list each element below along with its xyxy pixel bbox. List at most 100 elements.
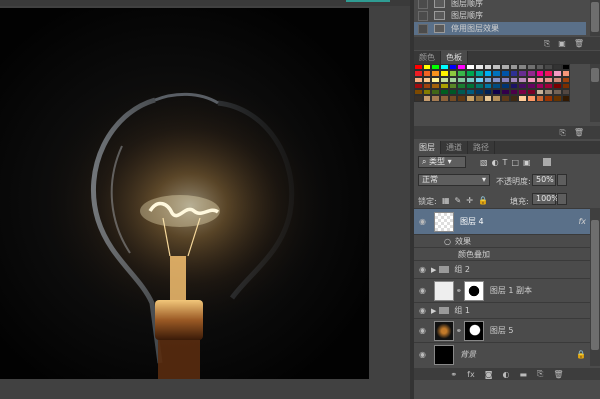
- fill-dropdown[interactable]: [557, 193, 567, 205]
- swatch[interactable]: [440, 95, 449, 102]
- eye-icon[interactable]: ◉: [414, 306, 431, 315]
- scrollbar-thumb[interactable]: [591, 2, 599, 32]
- document-top-edge: [0, 0, 410, 6]
- shape-filter-icon[interactable]: □: [511, 158, 519, 167]
- group-row[interactable]: ◉ ▶ 组 1: [414, 302, 590, 318]
- smart-object-filter-icon[interactable]: ▣: [523, 158, 531, 167]
- tab-paths[interactable]: 路径: [468, 141, 495, 154]
- swatch[interactable]: [509, 95, 519, 102]
- layer-filter-row: ⌕ 类型 ▾ ▧ ◐ T □ ▣: [418, 156, 551, 168]
- adjustment-filter-icon[interactable]: ◐: [492, 158, 499, 167]
- swatch[interactable]: [431, 95, 441, 102]
- layer-mask-thumbnail[interactable]: [463, 320, 484, 341]
- swatch[interactable]: [474, 95, 484, 102]
- history-item[interactable]: 图层顺序: [414, 9, 586, 22]
- background-layer-row[interactable]: ◉ 背景 🔒: [414, 342, 590, 366]
- layers-scrollbar[interactable]: [590, 208, 600, 366]
- swatch[interactable]: [561, 95, 571, 102]
- layer-name[interactable]: 图层 5: [490, 325, 514, 336]
- swatch[interactable]: [483, 95, 493, 102]
- swatch[interactable]: [457, 95, 467, 102]
- history-item-label: 图层顺序: [451, 0, 483, 8]
- layer-row-selected[interactable]: ◉ 图层 4 fx: [414, 208, 590, 234]
- effects-header-row[interactable]: ○ 效果: [414, 234, 590, 247]
- chain-link-icon[interactable]: ⚭: [456, 327, 462, 335]
- layer-thumbnail: [434, 320, 454, 341]
- swatch[interactable]: [492, 95, 501, 102]
- swatch[interactable]: [448, 95, 458, 102]
- lock-icon: 🔒: [576, 350, 586, 359]
- opacity-field[interactable]: 50%: [532, 174, 556, 186]
- fx-button-icon[interactable]: fx: [467, 370, 475, 379]
- layer-name[interactable]: 图层 4: [460, 216, 484, 227]
- fx-icon[interactable]: fx: [578, 217, 586, 226]
- new-swatch-icon[interactable]: ⎘: [559, 128, 565, 138]
- layer-mask-thumbnail[interactable]: [463, 280, 484, 301]
- tab-channels[interactable]: 通道: [441, 141, 468, 154]
- new-group-icon[interactable]: ▬: [519, 370, 527, 379]
- chain-link-icon[interactable]: ⚭: [456, 287, 462, 295]
- color-panel-tabs: 颜色 色板: [414, 51, 600, 64]
- swatch[interactable]: [414, 95, 423, 102]
- swatch[interactable]: [518, 95, 527, 102]
- swatch[interactable]: [500, 95, 510, 102]
- eye-icon[interactable]: ◉: [414, 286, 431, 295]
- filter-kind-value: 类型: [429, 157, 446, 166]
- layer-name[interactable]: 背景: [460, 349, 476, 360]
- swatch[interactable]: [535, 95, 545, 102]
- scrollbar-thumb[interactable]: [591, 68, 599, 82]
- blend-mode-select[interactable]: 正常 ▾: [418, 174, 490, 186]
- layer-row[interactable]: ◉ ⚭ 图层 5: [414, 318, 590, 342]
- new-document-from-state-icon[interactable]: ⎘: [544, 39, 550, 49]
- history-scrollbar[interactable]: [590, 0, 600, 36]
- new-layer-icon[interactable]: ⎘: [537, 369, 543, 379]
- trash-icon[interactable]: 🗑: [574, 39, 584, 48]
- fill-field[interactable]: 100%: [532, 193, 559, 205]
- image-filter-icon[interactable]: ▧: [480, 158, 488, 167]
- swatch[interactable]: [526, 95, 536, 102]
- fill-label: 填充:: [510, 197, 529, 206]
- eye-icon[interactable]: ◉: [414, 217, 431, 226]
- swatch-grid[interactable]: [414, 64, 574, 122]
- trash-icon[interactable]: 🗑: [574, 128, 584, 137]
- type-filter-icon[interactable]: T: [503, 158, 508, 167]
- swatch[interactable]: [553, 95, 562, 102]
- group-name: 组 1: [454, 306, 471, 315]
- camera-icon[interactable]: ▣: [558, 39, 566, 48]
- expand-arrow-icon[interactable]: ▶: [431, 266, 436, 274]
- tab-swatches[interactable]: 色板: [441, 51, 468, 64]
- lock-icons[interactable]: ▦✎✛🔒: [442, 196, 493, 205]
- layer-name[interactable]: 图层 1 副本: [490, 285, 532, 296]
- eye-icon[interactable]: ◉: [414, 326, 431, 335]
- document-canvas[interactable]: [0, 8, 369, 379]
- tab-color[interactable]: 颜色: [414, 51, 441, 64]
- filter-toggle[interactable]: [542, 158, 551, 166]
- layer-thumbnail: [434, 280, 454, 301]
- history-step-icon: [434, 0, 445, 8]
- link-icon[interactable]: ⚭: [450, 370, 457, 379]
- swatch[interactable]: [466, 95, 475, 102]
- history-checkbox[interactable]: [418, 0, 428, 9]
- expand-arrow-icon[interactable]: ▶: [431, 307, 436, 315]
- swatch[interactable]: [544, 95, 553, 102]
- add-mask-icon[interactable]: ◙: [485, 370, 493, 379]
- swatch[interactable]: [422, 95, 432, 102]
- group-row[interactable]: ◉ ▶ 组 2: [414, 260, 590, 278]
- opacity-dropdown[interactable]: [557, 174, 567, 186]
- eye-icon[interactable]: ◉: [414, 350, 431, 359]
- effect-row[interactable]: 颜色叠加: [414, 247, 590, 260]
- scrollbar-thumb[interactable]: [591, 220, 599, 350]
- tab-layers[interactable]: 图层: [414, 141, 441, 154]
- filter-kind-select[interactable]: ⌕ 类型 ▾: [418, 156, 466, 168]
- trash-icon[interactable]: 🗑: [553, 370, 563, 379]
- swatches-scrollbar[interactable]: [590, 64, 600, 122]
- progress-marker: [346, 0, 390, 2]
- history-checkbox[interactable]: [418, 23, 428, 34]
- eye-icon[interactable]: ◉: [414, 265, 431, 274]
- layer-thumbnail: [434, 344, 454, 365]
- history-toolbar: ⎘ ▣ 🗑: [414, 37, 600, 50]
- adjustment-layer-icon[interactable]: ◐: [502, 370, 509, 379]
- layer-row[interactable]: ◉ ⚭ 图层 1 副本: [414, 278, 590, 302]
- history-item-selected[interactable]: 停用图层效果: [414, 22, 586, 35]
- history-checkbox[interactable]: [418, 10, 428, 21]
